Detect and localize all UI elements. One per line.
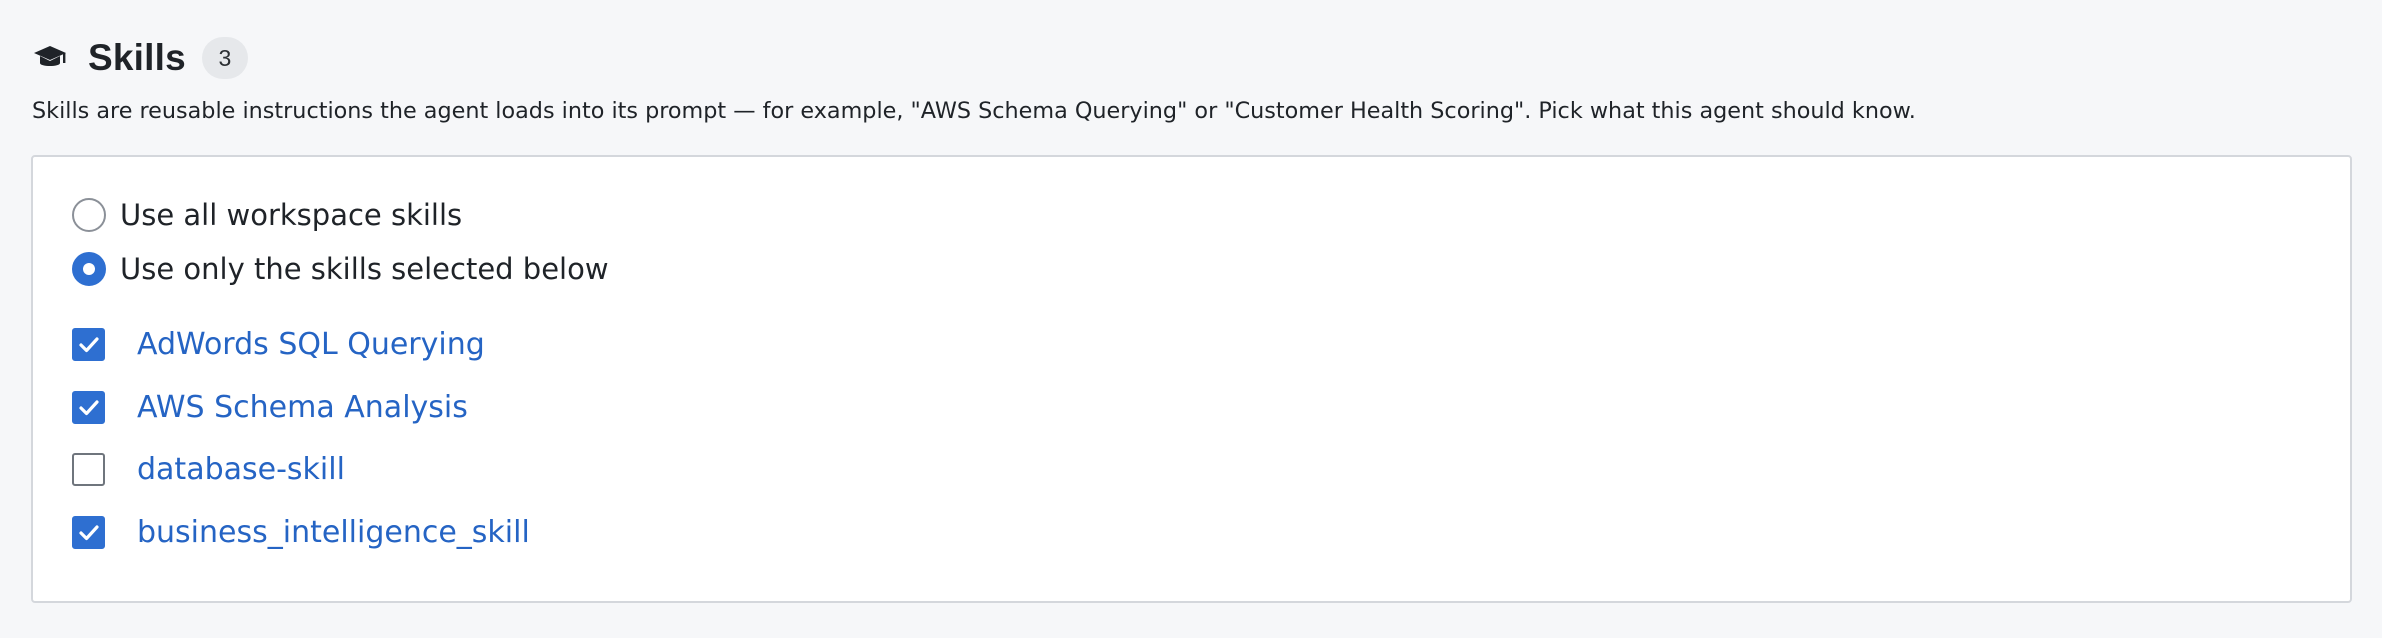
graduation-cap-icon <box>32 40 68 76</box>
skill-link[interactable]: AdWords SQL Querying <box>137 327 485 362</box>
section-description: Skills are reusable instructions the age… <box>32 98 1916 124</box>
radio-label: Use only the skills selected below <box>120 252 609 286</box>
skill-link[interactable]: business_intelligence_skill <box>137 515 530 550</box>
checkmark-icon <box>78 336 99 352</box>
checkmark-icon <box>78 399 99 415</box>
radio-label: Use all workspace skills <box>120 198 463 232</box>
section-title: Skills <box>88 37 186 78</box>
checkbox-checked-icon[interactable] <box>72 391 105 424</box>
skills-count-badge: 3 <box>201 37 248 79</box>
radio-button-selected-icon[interactable] <box>72 252 106 286</box>
radio-use-all-workspace-skills[interactable]: Use all workspace skills <box>72 198 462 232</box>
radio-button-icon[interactable] <box>72 198 106 232</box>
skill-link[interactable]: database-skill <box>137 452 345 487</box>
checkmark-icon <box>78 524 99 540</box>
skills-panel: Use all workspace skills Use only the sk… <box>31 155 2352 603</box>
skill-item-aws-schema-analysis[interactable]: AWS Schema Analysis <box>72 390 468 425</box>
radio-use-selected-skills[interactable]: Use only the skills selected below <box>72 252 609 286</box>
skill-item-business-intelligence-skill[interactable]: business_intelligence_skill <box>72 515 530 550</box>
skill-link[interactable]: AWS Schema Analysis <box>137 390 468 425</box>
skill-item-adwords-sql-querying[interactable]: AdWords SQL Querying <box>72 327 485 362</box>
checkbox-checked-icon[interactable] <box>72 328 105 361</box>
checkbox-unchecked-icon[interactable] <box>72 453 105 486</box>
section-header: Skills 3 <box>32 30 248 86</box>
checkbox-checked-icon[interactable] <box>72 516 105 549</box>
skill-item-database-skill[interactable]: database-skill <box>72 452 345 487</box>
